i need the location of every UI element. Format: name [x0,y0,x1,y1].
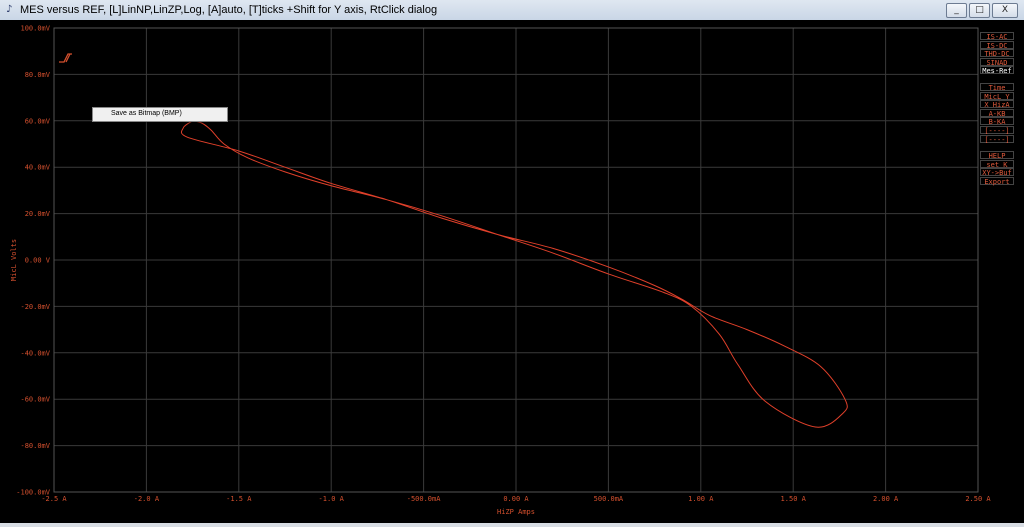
side-button-group2-0[interactable]: Time [980,83,1014,92]
x-tick-label: -1.0 A [319,495,345,503]
side-button-group2-2[interactable]: X HizA [980,100,1014,109]
side-button-group2-3[interactable]: A-KB [980,108,1014,118]
side-button-group1-1[interactable]: IS-DC [980,40,1014,50]
context-menu: Save as Bitmap (BMP) [92,107,228,122]
side-button-group3-3[interactable]: Export [980,177,1014,186]
side-button-group2-5[interactable]: [----] [980,126,1014,135]
title-bar[interactable]: ♪ MES versus REF, [L]LinNP,LinZP,Log, [A… [0,0,1024,21]
side-button-group1-3[interactable]: SINAD [980,57,1014,67]
save-bitmap-menu-item[interactable]: Save as Bitmap (BMP) [111,109,182,119]
y-tick-label: -60.0mV [20,396,50,404]
maximize-button[interactable]: □ [969,3,990,18]
x-tick-label: 0.00 A [503,495,529,503]
y-tick-label: -40.0mV [20,349,50,357]
y-tick-label: 0.00 V [25,257,51,265]
x-tick-label: -2.0 A [134,495,160,503]
x-tick-label: 500.0mA [594,495,624,503]
y-tick-label: 40.0mV [25,164,51,172]
app-logo-icon: ♪ [6,4,13,15]
y-tick-label: 80.0mV [25,71,51,79]
window-controls: _ □ X [946,3,1018,18]
x-tick-label: 2.50 A [965,495,991,503]
y-tick-label: 60.0mV [25,117,51,125]
window-title: MES versus REF, [L]LinNP,LinZP,Log, [A]a… [20,4,438,16]
close-button[interactable]: X [992,3,1018,18]
x-tick-label: -500.0mA [407,495,442,503]
logo-icon [59,53,72,63]
side-button-group3-1[interactable]: set K [980,159,1014,169]
plot-area[interactable]: -2.5 A -2.0 A -1.5 A -1.0 A -500.0mA 0.00 A 50… [0,20,1024,523]
x-tick-label: 2.00 A [873,495,899,503]
y-tick-label: -100.0mV [16,489,51,497]
side-button-group3-2[interactable]: XY->Buf [980,168,1014,177]
x-axis-label: HiZP Amps [497,508,535,516]
side-button-group1-0[interactable]: IS-AC [980,32,1014,41]
x-tick-label: 1.00 A [688,495,714,503]
minimize-button[interactable]: _ [946,3,967,18]
side-button-group3-0[interactable]: HELP [980,151,1014,160]
side-button-group2-6[interactable]: [----] [980,134,1014,144]
y-tick-label: 20.0mV [25,210,51,218]
x-tick-label: 1.50 A [781,495,807,503]
side-button-group1-4[interactable]: Mes-Ref [980,66,1014,75]
app-window: ♪ MES versus REF, [L]LinNP,LinZP,Log, [A… [0,0,1024,523]
y-tick-label: 100.0mV [20,25,50,33]
side-button-group2-4[interactable]: B-KA [980,117,1014,126]
x-tick-label: -1.5 A [226,495,252,503]
side-button-group2-1[interactable]: MicL Y [980,91,1014,101]
side-button-group1-2[interactable]: THD-DC [980,49,1014,58]
xy-chart[interactable]: -2.5 A -2.0 A -1.5 A -1.0 A -500.0mA 0.00 A 50… [0,20,1024,523]
y-tick-label: -20.0mV [20,303,50,311]
y-tick-label: -80.0mV [20,442,50,450]
y-axis-label: MicL Volts [10,239,18,281]
